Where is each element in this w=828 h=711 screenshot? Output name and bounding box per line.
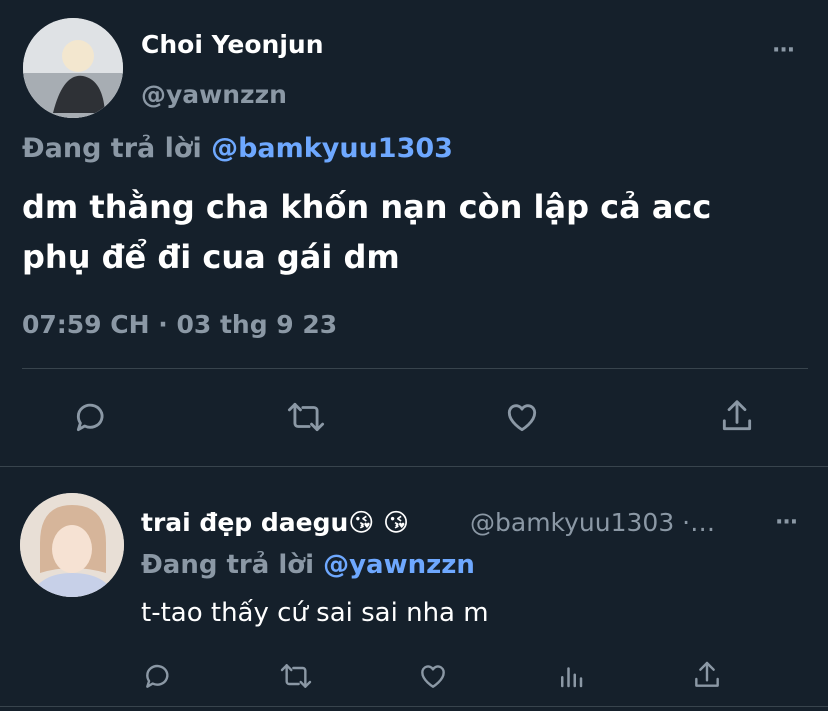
reply-icon[interactable] bbox=[72, 398, 110, 436]
reply-reply-to-link[interactable]: @yawnzzn bbox=[323, 550, 475, 580]
reply-handle[interactable]: @bamkyuu1303 ·… bbox=[470, 508, 715, 537]
reply-avatar[interactable] bbox=[20, 493, 124, 597]
like-icon[interactable] bbox=[502, 398, 542, 436]
analytics-icon[interactable] bbox=[556, 660, 586, 692]
main-avatar[interactable] bbox=[23, 18, 123, 118]
main-display-name[interactable]: Choi Yeonjun bbox=[141, 30, 324, 59]
reply-tweet-text: t-tao thấy cứ sai sai nha m bbox=[141, 598, 489, 628]
reply-share-icon[interactable] bbox=[691, 658, 723, 692]
main-timestamp[interactable]: 07:59 CH · 03 thg 9 23 bbox=[22, 310, 337, 339]
reply-like-icon[interactable] bbox=[416, 660, 450, 692]
share-icon[interactable] bbox=[718, 396, 756, 436]
bottom-divider bbox=[0, 706, 828, 707]
main-divider bbox=[22, 368, 808, 369]
reply-reply-context: Đang trả lời @yawnzzn bbox=[141, 550, 475, 580]
reply-more-button[interactable]: ··· bbox=[775, 510, 798, 535]
main-tweet-text-line1: dm thằng cha khốn nạn còn lập cả acc bbox=[22, 188, 712, 226]
retweet-icon[interactable] bbox=[285, 398, 327, 436]
reply-display-name[interactable]: trai đẹp daegu😘 😘 bbox=[141, 508, 409, 537]
main-handle[interactable]: @yawnzzn bbox=[141, 80, 287, 109]
reply-retweet-icon[interactable] bbox=[278, 660, 314, 692]
thread-divider bbox=[0, 466, 828, 467]
main-reply-prefix: Đang trả lời bbox=[22, 133, 202, 164]
main-reply-to-link[interactable]: @bamkyuu1303 bbox=[211, 133, 453, 164]
main-more-button[interactable]: ··· bbox=[772, 38, 795, 63]
reply-reply-prefix: Đang trả lời bbox=[141, 550, 315, 580]
reply-reply-icon[interactable] bbox=[142, 660, 174, 692]
main-reply-context: Đang trả lời @bamkyuu1303 bbox=[22, 133, 453, 164]
main-tweet-text-line2: phụ để đi cua gái dm bbox=[22, 238, 400, 276]
